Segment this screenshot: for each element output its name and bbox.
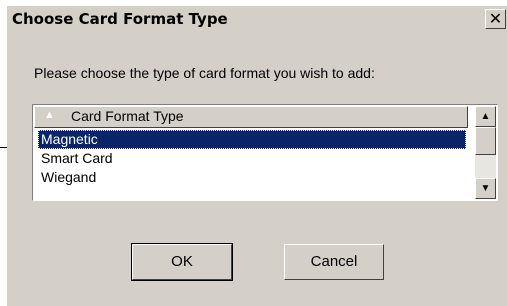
arrow-up-icon: ▲	[480, 111, 491, 122]
scrollbar-thumb[interactable]	[475, 127, 496, 155]
list-item-smart-card[interactable]: Smart Card	[38, 149, 466, 168]
card-format-list[interactable]: ▲ Card Format Type Magnetic Smart Card W…	[32, 104, 498, 201]
column-header-label: Card Format Type	[71, 108, 184, 124]
cancel-button[interactable]: Cancel	[284, 244, 384, 280]
sort-ascending-icon: ▲	[44, 109, 55, 121]
scroll-down-button[interactable]: ▼	[475, 178, 496, 199]
close-icon: ✕	[488, 9, 503, 28]
choose-card-format-dialog: Choose Card Format Type ✕ Please choose …	[7, 6, 507, 306]
close-button[interactable]: ✕	[485, 9, 506, 29]
list-item-magnetic[interactable]: Magnetic	[38, 130, 466, 149]
arrow-down-icon: ▼	[480, 183, 491, 194]
vertical-scrollbar[interactable]: ▲ ▼	[475, 106, 496, 199]
scroll-up-button[interactable]: ▲	[475, 106, 496, 127]
prompt-text: Please choose the type of card format yo…	[34, 65, 375, 81]
dialog-title: Choose Card Format Type	[12, 10, 228, 28]
list-item-wiegand[interactable]: Wiegand	[38, 168, 466, 187]
column-header-card-format-type[interactable]: ▲ Card Format Type	[34, 106, 468, 128]
title-bar: Choose Card Format Type ✕	[8, 7, 507, 31]
ok-button[interactable]: OK	[131, 243, 233, 281]
